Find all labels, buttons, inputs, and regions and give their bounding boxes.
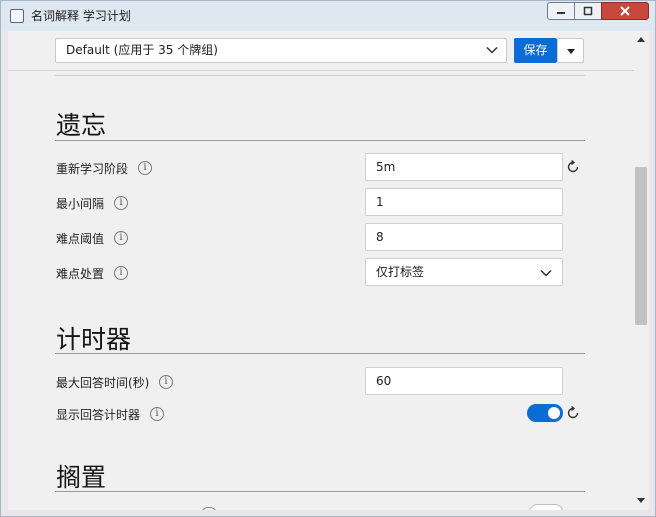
show-timer-label: 显示回答计时器 bbox=[56, 408, 141, 422]
preset-select-value: Default (应用于 35 个牌组) bbox=[66, 43, 218, 57]
leech-threshold-input[interactable]: 8 bbox=[365, 223, 563, 251]
leech-action-value: 仅打标签 bbox=[376, 265, 425, 279]
minimize-button[interactable] bbox=[547, 2, 575, 20]
max-answer-time-input[interactable]: 60 bbox=[365, 367, 563, 395]
section-divider bbox=[55, 353, 585, 354]
info-icon[interactable]: i bbox=[159, 375, 173, 389]
section-divider bbox=[55, 491, 585, 492]
relearning-steps-input[interactable]: 5m bbox=[365, 153, 563, 181]
save-button[interactable]: 保存 bbox=[514, 38, 557, 63]
chevron-down-icon bbox=[486, 46, 498, 54]
scroll-up-arrow-icon[interactable] bbox=[637, 37, 645, 42]
section-divider bbox=[55, 140, 585, 141]
toggle-switch[interactable] bbox=[529, 504, 563, 510]
info-icon[interactable]: i bbox=[138, 161, 152, 175]
info-icon[interactable]: i bbox=[114, 266, 128, 280]
toggle-knob bbox=[548, 407, 560, 419]
minimum-interval-label: 最小间隔 bbox=[56, 197, 105, 211]
info-icon[interactable]: i bbox=[150, 407, 164, 421]
section-edge bbox=[55, 71, 585, 76]
info-icon[interactable]: i bbox=[114, 231, 128, 245]
preset-bar: Default (应用于 35 个牌组) 保存 bbox=[8, 31, 634, 70]
scroll-down-arrow-icon[interactable] bbox=[637, 498, 645, 503]
maximize-button[interactable] bbox=[574, 2, 602, 20]
reset-icon[interactable] bbox=[566, 406, 580, 420]
close-button[interactable] bbox=[601, 2, 649, 20]
options-panel: Default (应用于 35 个牌组) 保存 遗忘 重新学习阶段 i 5m 最… bbox=[8, 31, 649, 510]
scrollbar-thumb[interactable] bbox=[635, 167, 647, 325]
caret-down-icon bbox=[567, 49, 575, 54]
info-icon[interactable]: i bbox=[114, 196, 128, 210]
max-answer-time-label: 最大回答时间(秒) bbox=[56, 376, 150, 390]
show-timer-toggle[interactable] bbox=[527, 404, 563, 422]
leech-action-label: 难点处置 bbox=[56, 267, 105, 281]
leech-threshold-label: 难点阈值 bbox=[56, 232, 105, 246]
leech-action-select[interactable]: 仅打标签 bbox=[365, 258, 563, 286]
section-title-lapses: 遗忘 bbox=[56, 111, 107, 140]
reset-icon[interactable] bbox=[566, 160, 580, 174]
info-icon[interactable] bbox=[201, 507, 217, 510]
close-icon bbox=[620, 6, 630, 16]
minimize-icon bbox=[557, 12, 565, 14]
section-title-burying: 搁置 bbox=[56, 463, 107, 492]
maximize-icon bbox=[583, 6, 593, 16]
app-icon bbox=[10, 9, 24, 23]
preset-select[interactable]: Default (应用于 35 个牌组) bbox=[55, 38, 507, 63]
chevron-down-icon bbox=[540, 269, 552, 277]
relearning-steps-label: 重新学习阶段 bbox=[56, 162, 129, 176]
save-options-dropdown[interactable] bbox=[557, 38, 584, 63]
minimum-interval-input[interactable]: 1 bbox=[365, 188, 563, 216]
section-title-timer: 计时器 bbox=[56, 325, 132, 354]
window-title: 名词解释 学习计划 bbox=[31, 9, 131, 23]
app-window: 名词解释 学习计划 Default (应用于 35 个牌组) 保存 遗忘 重新学… bbox=[0, 0, 656, 517]
title-bar: 名词解释 学习计划 bbox=[1, 1, 655, 31]
